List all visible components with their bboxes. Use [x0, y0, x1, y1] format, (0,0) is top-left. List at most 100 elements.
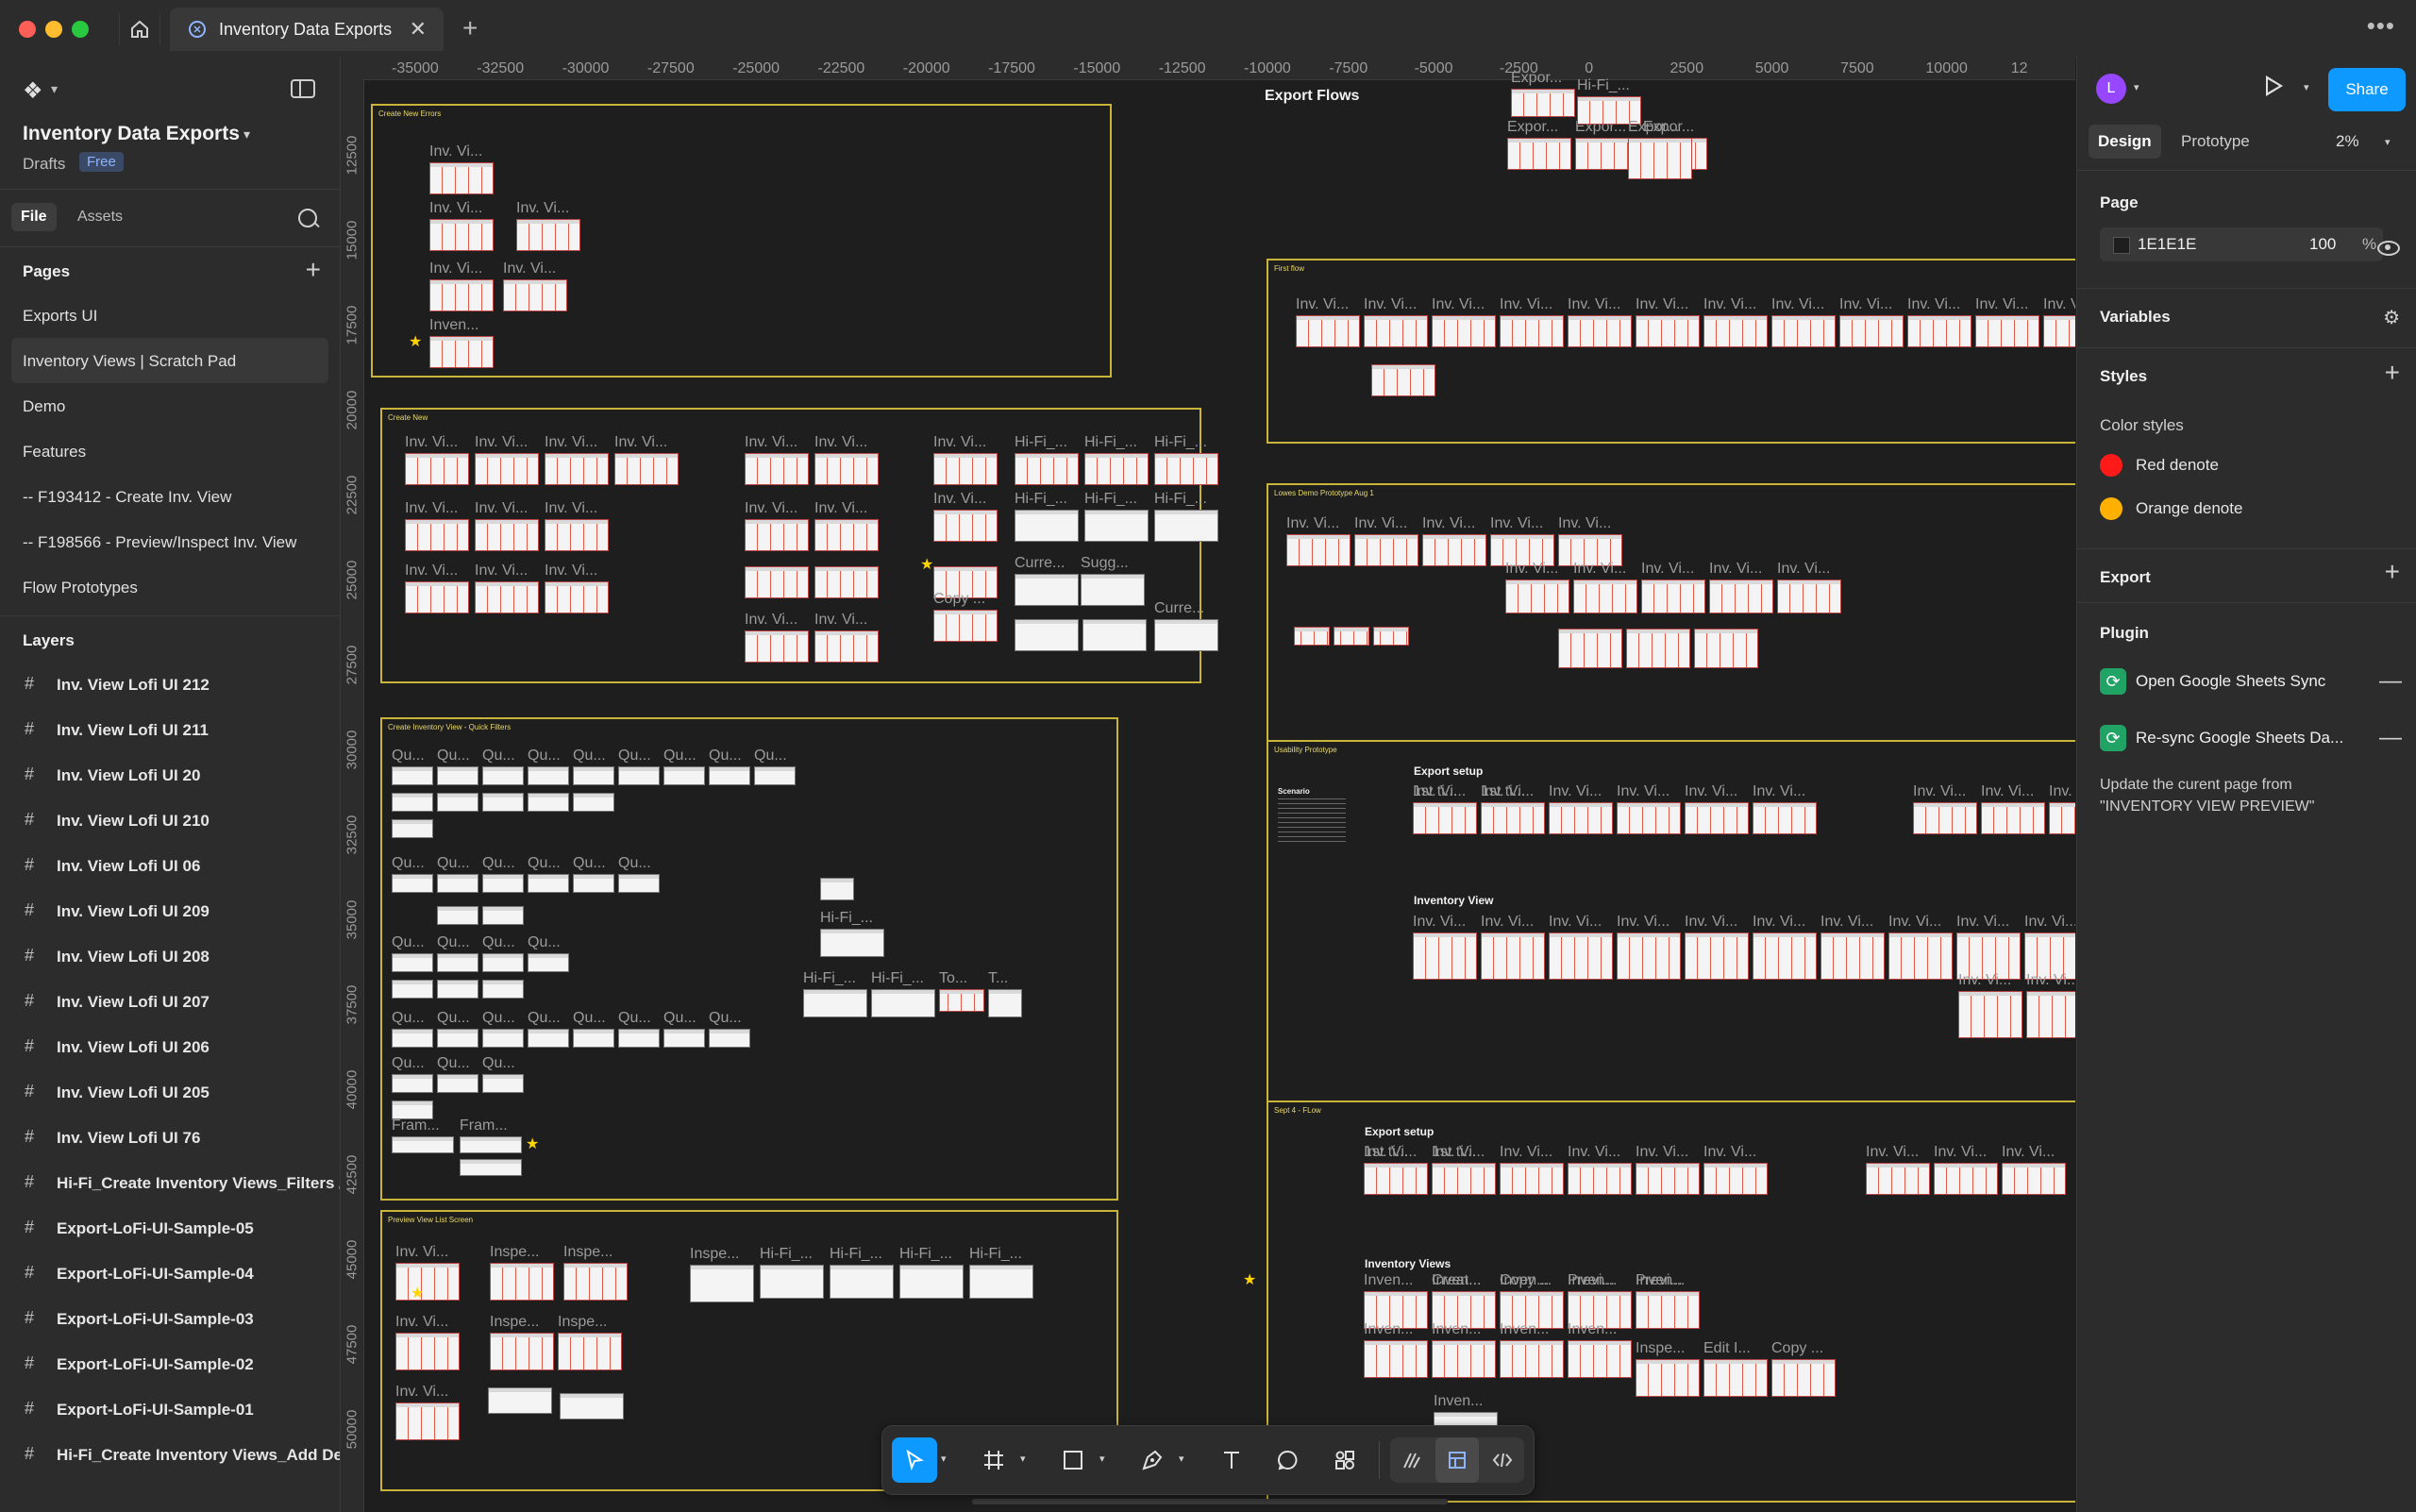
screen-thumbnail[interactable]: [830, 1265, 894, 1299]
screen-thumbnail[interactable]: [545, 581, 609, 613]
screen-thumbnail[interactable]: [437, 1074, 478, 1093]
screen-thumbnail[interactable]: [1081, 574, 1145, 606]
screen-thumbnail[interactable]: [1154, 619, 1218, 651]
screen-thumbnail[interactable]: [1866, 1163, 1930, 1195]
screen-thumbnail[interactable]: [405, 453, 469, 485]
screen-thumbnail[interactable]: [1626, 629, 1690, 668]
screen-thumbnail[interactable]: [437, 906, 478, 925]
background-swatch[interactable]: [2113, 237, 2130, 254]
screen-thumbnail[interactable]: [437, 980, 478, 999]
variables-icon[interactable]: ⚙: [2383, 306, 2400, 329]
screen-thumbnail[interactable]: [760, 1265, 824, 1299]
layer-item[interactable]: # Inv. View Lofi UI 208: [0, 933, 340, 979]
frame-tool-button[interactable]: [971, 1437, 1016, 1483]
page-background-field[interactable]: 1E1E1E 100 %: [2100, 227, 2383, 261]
plugin-item[interactable]: ⟳ Open Google Sheets Sync —: [2100, 667, 2402, 696]
screen-thumbnail[interactable]: [1709, 580, 1773, 613]
screen-thumbnail[interactable]: [392, 1136, 454, 1153]
background-opacity[interactable]: 100: [2309, 235, 2336, 254]
page-item[interactable]: -- F193412 - Create Inv. View: [11, 474, 328, 519]
screen-thumbnail[interactable]: [1413, 802, 1477, 834]
chevron-down-icon[interactable]: ▾: [2134, 81, 2139, 93]
screen-thumbnail[interactable]: [490, 1333, 554, 1370]
screen-thumbnail[interactable]: [663, 766, 705, 785]
screen-thumbnail[interactable]: [545, 453, 609, 485]
rectangle-tool-button[interactable]: [1050, 1437, 1096, 1483]
layer-item[interactable]: # Inv. View Lofi UI 212: [0, 662, 340, 707]
chevron-down-icon[interactable]: ▾: [1099, 1453, 1105, 1465]
screen-thumbnail[interactable]: [482, 766, 524, 785]
screen-thumbnail[interactable]: [814, 519, 879, 551]
screen-thumbnail[interactable]: [1511, 89, 1575, 117]
layer-item[interactable]: # Inv. View Lofi UI 207: [0, 979, 340, 1024]
screen-thumbnail[interactable]: [482, 1074, 524, 1093]
screen-thumbnail[interactable]: [392, 793, 433, 812]
plugin-item[interactable]: ⟳ Re-sync Google Sheets Da... —: [2100, 724, 2402, 752]
screen-thumbnail[interactable]: [482, 980, 524, 999]
screen-thumbnail[interactable]: [528, 766, 569, 785]
screen-thumbnail[interactable]: [460, 1136, 522, 1153]
screen-thumbnail[interactable]: [573, 1029, 614, 1048]
screen-thumbnail[interactable]: [1703, 1359, 1768, 1397]
screen-thumbnail[interactable]: [1549, 802, 1613, 834]
new-tab-button[interactable]: +: [462, 13, 478, 43]
screen-thumbnail[interactable]: [395, 1263, 460, 1301]
screen-thumbnail[interactable]: [1373, 627, 1409, 646]
eye-icon[interactable]: [2377, 241, 2400, 256]
screen-thumbnail[interactable]: [429, 219, 494, 251]
screen-thumbnail[interactable]: [1294, 627, 1330, 646]
screen-thumbnail[interactable]: [1500, 1340, 1564, 1378]
screen-thumbnail[interactable]: [482, 1029, 524, 1048]
screen-thumbnail[interactable]: [1617, 932, 1681, 980]
color-style-item[interactable]: Orange denote: [2100, 496, 2242, 522]
screen-thumbnail[interactable]: [405, 581, 469, 613]
layer-item[interactable]: # Inv. View Lofi UI 206: [0, 1024, 340, 1069]
screen-thumbnail[interactable]: [1084, 510, 1149, 542]
screen-thumbnail[interactable]: [820, 929, 884, 957]
screen-thumbnail[interactable]: [1777, 580, 1841, 613]
minimize-window-button[interactable]: [45, 21, 62, 38]
screen-thumbnail[interactable]: [392, 819, 433, 838]
chevron-down-icon[interactable]: ▾: [51, 81, 58, 97]
present-icon[interactable]: [2266, 76, 2283, 96]
layer-item[interactable]: # Inv. View Lofi UI 211: [0, 707, 340, 752]
screen-thumbnail[interactable]: [528, 874, 569, 893]
remove-plugin-icon[interactable]: —: [2379, 725, 2402, 751]
screen-thumbnail[interactable]: [392, 1074, 433, 1093]
chevron-down-icon[interactable]: ▾: [243, 126, 250, 143]
screen-thumbnail[interactable]: [392, 953, 433, 972]
screen-thumbnail[interactable]: [437, 766, 478, 785]
screen-thumbnail[interactable]: [1422, 534, 1486, 566]
figma-menu-icon[interactable]: ❖: [23, 77, 43, 105]
screen-thumbnail[interactable]: [1549, 932, 1613, 980]
screen-thumbnail[interactable]: [1641, 580, 1705, 613]
canvas[interactable]: -35000 -32500 -30000 -27500 -25000 -22500 -200…: [341, 57, 2075, 1512]
horizontal-scrollbar[interactable]: [972, 1499, 1448, 1504]
screen-thumbnail[interactable]: [392, 980, 433, 999]
search-icon[interactable]: [298, 209, 317, 227]
screen-thumbnail[interactable]: [1753, 932, 1817, 980]
screen-thumbnail[interactable]: [563, 1263, 628, 1301]
screen-thumbnail[interactable]: [1296, 315, 1360, 347]
page-item[interactable]: -- F198566 - Preview/Inspect Inv. View: [11, 519, 328, 564]
screen-thumbnail[interactable]: [614, 453, 679, 485]
screen-thumbnail[interactable]: [618, 874, 660, 893]
screen-thumbnail[interactable]: [1958, 991, 2022, 1038]
screen-thumbnail[interactable]: [482, 874, 524, 893]
screen-thumbnail[interactable]: [618, 1029, 660, 1048]
dev-mode-button[interactable]: [1481, 1437, 1524, 1483]
screen-thumbnail[interactable]: [1617, 802, 1681, 834]
screen-thumbnail[interactable]: [1500, 315, 1564, 347]
screen-thumbnail[interactable]: [1364, 1163, 1428, 1195]
screen-thumbnail[interactable]: [939, 989, 984, 1012]
screen-thumbnail[interactable]: [475, 519, 539, 551]
screen-thumbnail[interactable]: [803, 989, 867, 1017]
screen-thumbnail[interactable]: [395, 1403, 460, 1440]
actions-tool-button[interactable]: [1322, 1437, 1367, 1483]
screen-thumbnail[interactable]: [528, 793, 569, 812]
screen-thumbnail[interactable]: [429, 162, 494, 194]
page-item[interactable]: Flow Prototypes: [11, 564, 328, 610]
screen-thumbnail[interactable]: [709, 1029, 750, 1048]
screen-thumbnail[interactable]: [933, 610, 998, 642]
screen-thumbnail[interactable]: [429, 336, 494, 368]
